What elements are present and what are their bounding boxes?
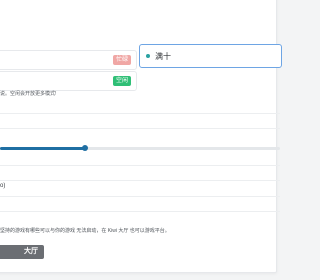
slot-option-busy[interactable]: 忙碌 xyxy=(0,50,137,70)
slider-fill xyxy=(0,147,85,150)
status-dot-icon xyxy=(146,54,150,58)
slider-track[interactable] xyxy=(0,147,280,150)
selected-card[interactable]: 满十 xyxy=(139,44,282,68)
slider-handle[interactable] xyxy=(82,145,88,151)
divider xyxy=(0,196,280,197)
value-text: o) xyxy=(0,183,6,189)
status-badge-busy: 忙碌 xyxy=(112,55,131,65)
note-text: 坚持的游戏有哪些可以与你的游戏 无法启动，在 Kiwi 大厅 也可以游戏平台。 xyxy=(0,228,170,234)
divider xyxy=(0,113,280,114)
divider xyxy=(0,180,280,181)
lobby-button[interactable]: 大厅 xyxy=(0,245,44,259)
divider xyxy=(0,128,280,129)
divider xyxy=(0,211,280,212)
divider xyxy=(0,165,280,166)
slot-option-free[interactable]: 空闲 xyxy=(0,71,137,91)
selected-card-label: 满十 xyxy=(155,52,171,61)
hint-text: 说。空闲会开放更多模式! xyxy=(0,91,57,97)
status-badge-free: 空闲 xyxy=(112,76,131,86)
